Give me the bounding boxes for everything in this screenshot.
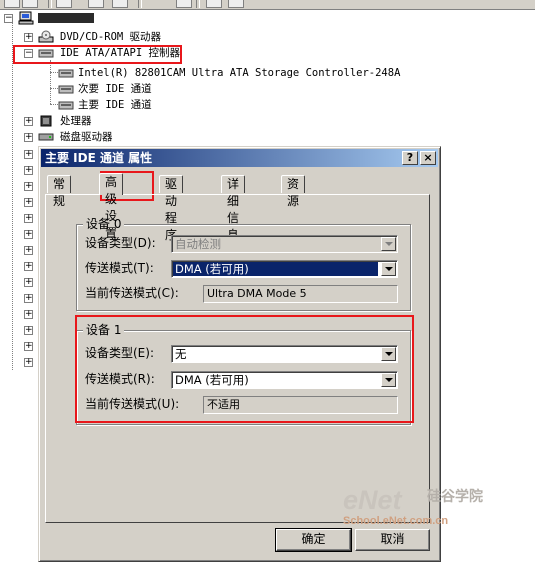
device0-type-select[interactable]: 自动检测 xyxy=(171,235,398,253)
view-button[interactable] xyxy=(88,0,104,8)
svg-text:School.eNet.com.cn: School.eNet.com.cn xyxy=(343,515,448,527)
tree-label-ide: IDE ATA/ATAPI 控制器 xyxy=(60,47,181,59)
expand-icon[interactable]: + xyxy=(24,230,33,239)
dvd-drive-icon xyxy=(38,30,54,43)
tree-guide-line xyxy=(50,88,58,89)
close-icon[interactable]: × xyxy=(420,151,436,165)
device0-type-value: 自动检测 xyxy=(175,237,221,251)
uninstall-button[interactable] xyxy=(228,0,244,8)
expand-icon[interactable]: + xyxy=(24,198,33,207)
device0-group: 设备 0 设备类型(D): 自动检测 传送模式(T): DMA (若可用) 当前… xyxy=(76,217,411,311)
device0-title: 设备 0 xyxy=(83,217,125,231)
computer-name-obscured xyxy=(38,13,94,23)
tree-label-intel-controller: Intel(R) 82801CAM Ultra ATA Storage Cont… xyxy=(78,67,401,79)
device0-mode-value: DMA (若可用) xyxy=(173,262,378,276)
tree-label-dvd: DVD/CD-ROM 驱动器 xyxy=(60,31,162,43)
expand-icon[interactable]: + xyxy=(24,133,33,142)
tab-driver[interactable]: 驱动程序 xyxy=(159,175,184,242)
expand-icon[interactable]: + xyxy=(24,294,33,303)
ide-controller-icon xyxy=(58,69,74,78)
tree-label-disk: 磁盘驱动器 xyxy=(60,131,113,143)
tree-guide-line xyxy=(50,60,51,104)
device0-current-value: Ultra DMA Mode 5 xyxy=(207,287,307,300)
expand-icon[interactable]: + xyxy=(24,117,33,126)
tree-guide-line xyxy=(12,18,13,370)
help-button[interactable] xyxy=(176,0,192,8)
expand-icon[interactable]: + xyxy=(24,214,33,223)
device0-type-label: 设备类型(D): xyxy=(85,236,156,250)
properties-button[interactable] xyxy=(56,0,72,8)
cancel-button[interactable]: 取消 xyxy=(355,529,430,551)
toolbar xyxy=(0,0,535,10)
device0-current-label: 当前传送模式(C): xyxy=(85,286,179,300)
chevron-down-icon[interactable] xyxy=(381,237,396,251)
expand-icon[interactable]: + xyxy=(24,33,33,42)
toolbar-separator xyxy=(138,0,142,8)
expand-icon[interactable]: + xyxy=(24,326,33,335)
device0-current-field: Ultra DMA Mode 5 xyxy=(203,285,398,303)
svg-text:硅谷学院: 硅谷学院 xyxy=(427,488,483,505)
tab-advanced[interactable]: 高级设置 xyxy=(99,173,124,240)
tree-guide-line xyxy=(50,72,58,73)
ok-button[interactable]: 确定 xyxy=(275,528,352,552)
help-icon[interactable]: ? xyxy=(402,151,418,165)
toolbar-separator xyxy=(196,0,200,8)
tree-label-secondary-channel: 次要 IDE 通道 xyxy=(78,83,152,95)
enet-watermark: eNet 硅谷学院 School.eNet.com.cn xyxy=(341,483,503,529)
ide-controller-icon xyxy=(38,49,54,58)
expand-icon[interactable]: + xyxy=(24,310,33,319)
back-button[interactable] xyxy=(4,0,20,8)
svg-text:eNet: eNet xyxy=(343,485,403,515)
expand-icon[interactable]: + xyxy=(24,246,33,255)
processor-icon xyxy=(40,115,52,127)
expand-icon[interactable]: + xyxy=(24,262,33,271)
dialog-title: 主要 IDE 通道 属性 xyxy=(45,151,153,165)
dialog-titlebar[interactable]: 主要 IDE 通道 属性 ? × xyxy=(41,149,438,167)
expand-icon[interactable]: + xyxy=(24,166,33,175)
ide-channel-icon xyxy=(58,85,74,94)
device0-mode-select[interactable]: DMA (若可用) xyxy=(171,260,398,278)
scan-hardware-button[interactable] xyxy=(206,0,222,8)
tree-label-primary-channel: 主要 IDE 通道 xyxy=(78,99,152,111)
computer-icon xyxy=(18,11,34,25)
toolbar-separator xyxy=(48,0,52,8)
expand-icon[interactable]: + xyxy=(24,358,33,367)
expand-icon[interactable]: + xyxy=(24,182,33,191)
tab-resources[interactable]: 资源 xyxy=(281,175,306,208)
device0-mode-label: 传送模式(T): xyxy=(85,261,154,275)
device1-highlight-box xyxy=(75,315,414,423)
chevron-down-icon[interactable] xyxy=(381,262,396,276)
forward-button[interactable] xyxy=(22,0,38,8)
tab-general[interactable]: 常规 xyxy=(47,175,72,208)
expand-icon[interactable]: + xyxy=(24,150,33,159)
tree-guide-line xyxy=(50,104,58,105)
print-button[interactable] xyxy=(112,0,128,8)
advanced-settings-panel: 设备 0 设备类型(D): 自动检测 传送模式(T): DMA (若可用) 当前… xyxy=(45,194,430,523)
expand-icon[interactable]: + xyxy=(24,278,33,287)
disk-drive-icon xyxy=(38,133,54,141)
tab-details[interactable]: 详细信息 xyxy=(221,175,246,242)
expand-icon[interactable]: + xyxy=(24,342,33,351)
enet-logo: eNet 硅谷学院 School.eNet.com.cn xyxy=(343,485,483,527)
properties-dialog: 主要 IDE 通道 属性 ? × 常规 高级设置 驱动程序 详细信息 资源 设备… xyxy=(38,146,483,562)
collapse-icon[interactable]: − xyxy=(4,14,13,23)
tree-label-processor: 处理器 xyxy=(60,115,92,127)
ide-channel-icon xyxy=(58,101,74,110)
collapse-icon[interactable]: − xyxy=(24,49,33,58)
